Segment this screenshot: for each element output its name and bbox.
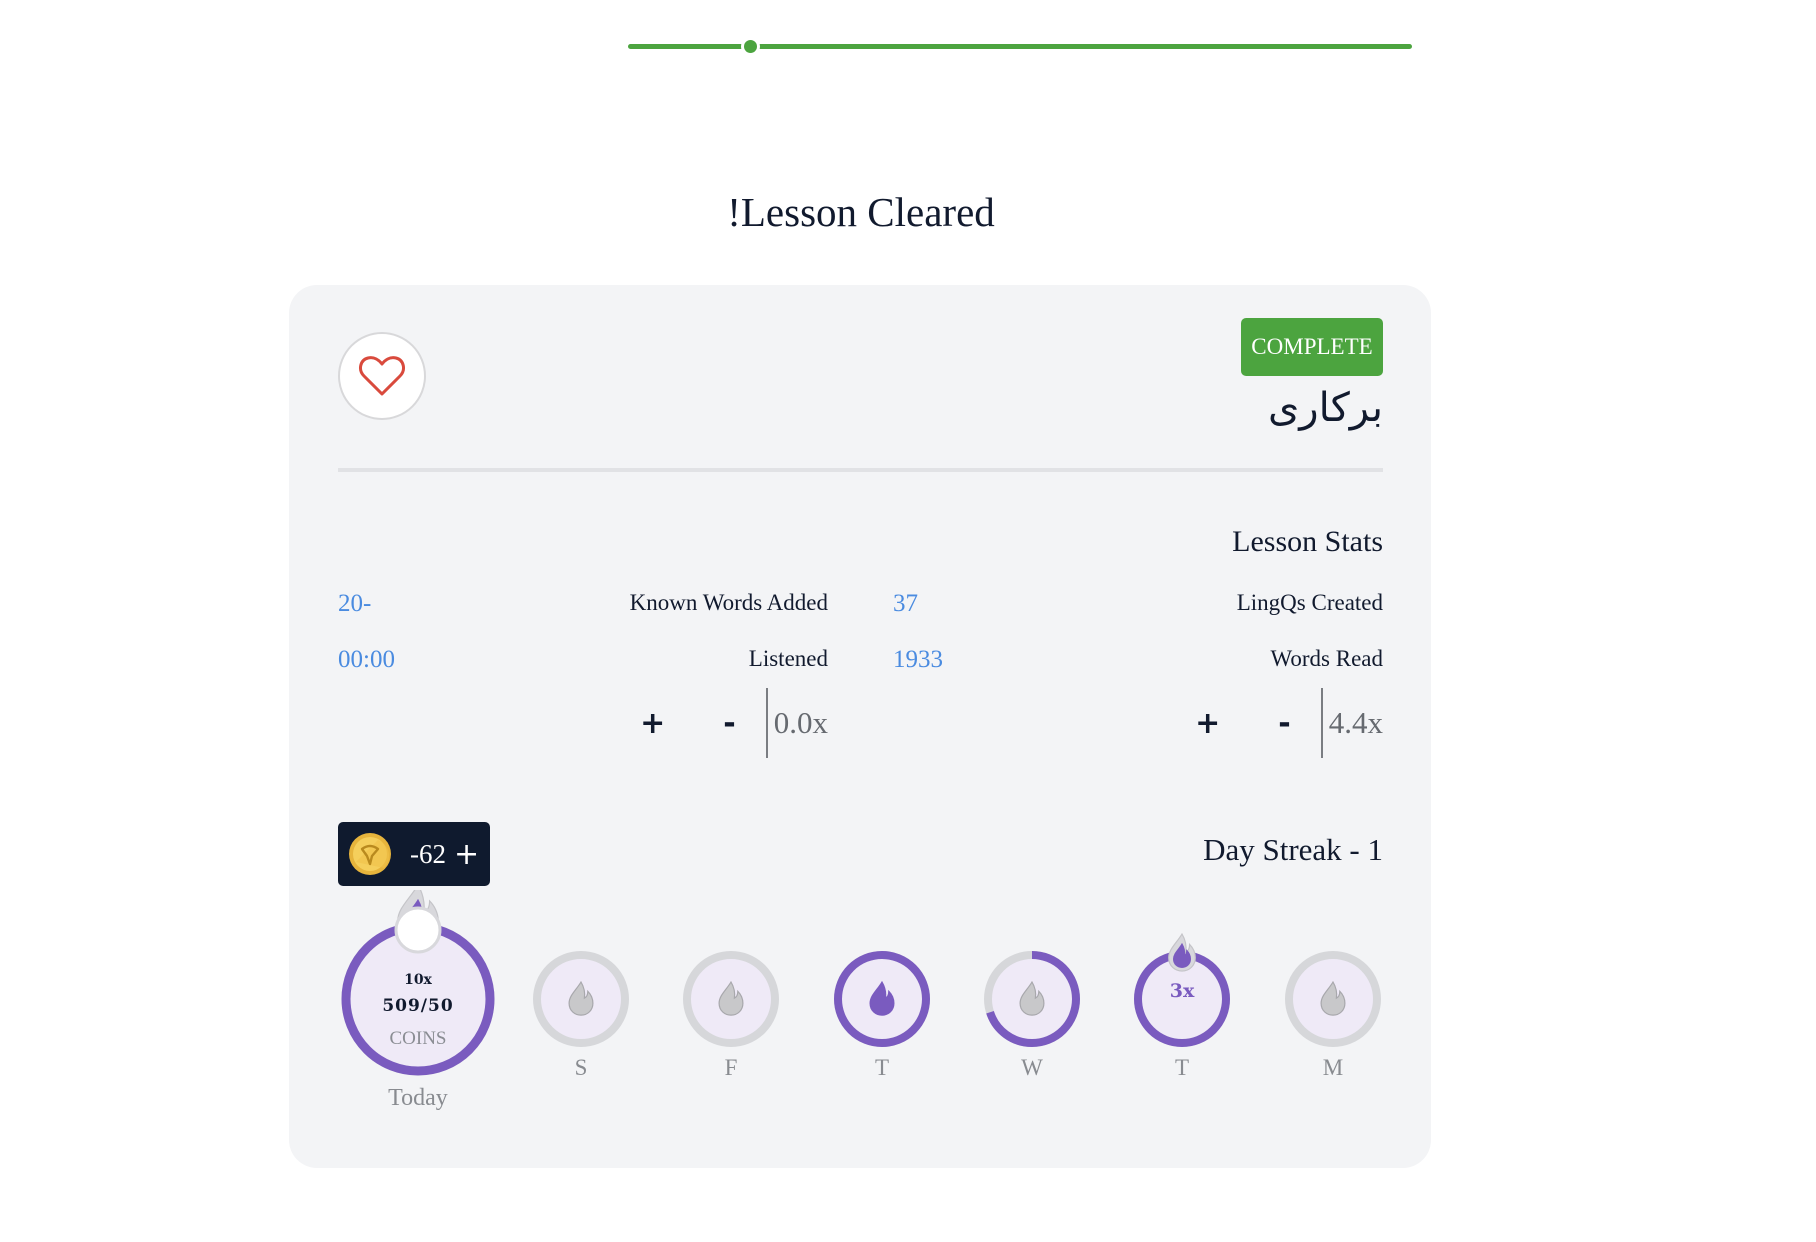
coins-plus-button[interactable]: + xyxy=(454,837,479,872)
day-label: W xyxy=(1021,1055,1043,1080)
day-label: T xyxy=(1174,1055,1190,1080)
known-words-added-label: Known Words Added xyxy=(629,590,828,615)
speed-separator xyxy=(765,688,768,758)
coins-value: 62- xyxy=(410,838,446,869)
heart-outline-icon xyxy=(359,356,405,396)
speed-separator xyxy=(1320,688,1323,758)
listened-label: Listened xyxy=(748,646,828,671)
today-multiplier: 10x xyxy=(404,972,432,988)
lesson-title: برکاری xyxy=(1267,385,1383,431)
lingqs-created-value: 37 xyxy=(893,590,918,617)
reading-speed-control: + - 4.4x xyxy=(1195,688,1383,758)
listening-speed-minus-button[interactable]: - xyxy=(723,706,735,741)
today-coins-label: COINS xyxy=(389,1028,447,1049)
day-label: M xyxy=(1322,1055,1344,1080)
day-label: T xyxy=(874,1055,890,1080)
lingqs-created-label: LingQs Created xyxy=(1236,590,1383,615)
day-label: F xyxy=(724,1055,738,1080)
lesson-stats-heading: Lesson Stats xyxy=(1232,525,1383,558)
listening-speed-plus-button[interactable]: + xyxy=(640,706,665,741)
coin-icon xyxy=(349,833,391,875)
listened-value: 00:00 xyxy=(338,646,395,673)
words-read-label: Words Read xyxy=(1270,646,1383,671)
reading-speed-value: 4.4x xyxy=(1328,705,1383,740)
today-coins-progress: 509/50 xyxy=(382,996,454,1016)
listening-speed-control: + - 0.0x xyxy=(640,688,828,758)
reading-speed-minus-button[interactable]: - xyxy=(1278,706,1290,741)
known-words-added-value: 20- xyxy=(338,590,372,617)
listening-speed-value: 0.0x xyxy=(773,705,828,740)
coins-badge: 62- + xyxy=(338,822,490,886)
day-label: S xyxy=(574,1055,588,1080)
multiplier-badge xyxy=(394,906,442,954)
page-title: Lesson Cleared! xyxy=(727,189,995,235)
complete-button[interactable]: COMPLETE xyxy=(1241,318,1383,376)
favorite-button[interactable] xyxy=(338,332,426,420)
day-multiplier: 3x xyxy=(1169,980,1195,1002)
progress-slider[interactable] xyxy=(628,40,1412,53)
words-read-value: 1933 xyxy=(893,646,943,673)
day-streak-title: Day Streak - 1 xyxy=(1203,832,1383,867)
divider xyxy=(338,468,1383,472)
today-label: Today xyxy=(388,1085,448,1111)
slider-thumb[interactable] xyxy=(744,40,758,53)
reading-speed-plus-button[interactable]: + xyxy=(1195,706,1220,741)
